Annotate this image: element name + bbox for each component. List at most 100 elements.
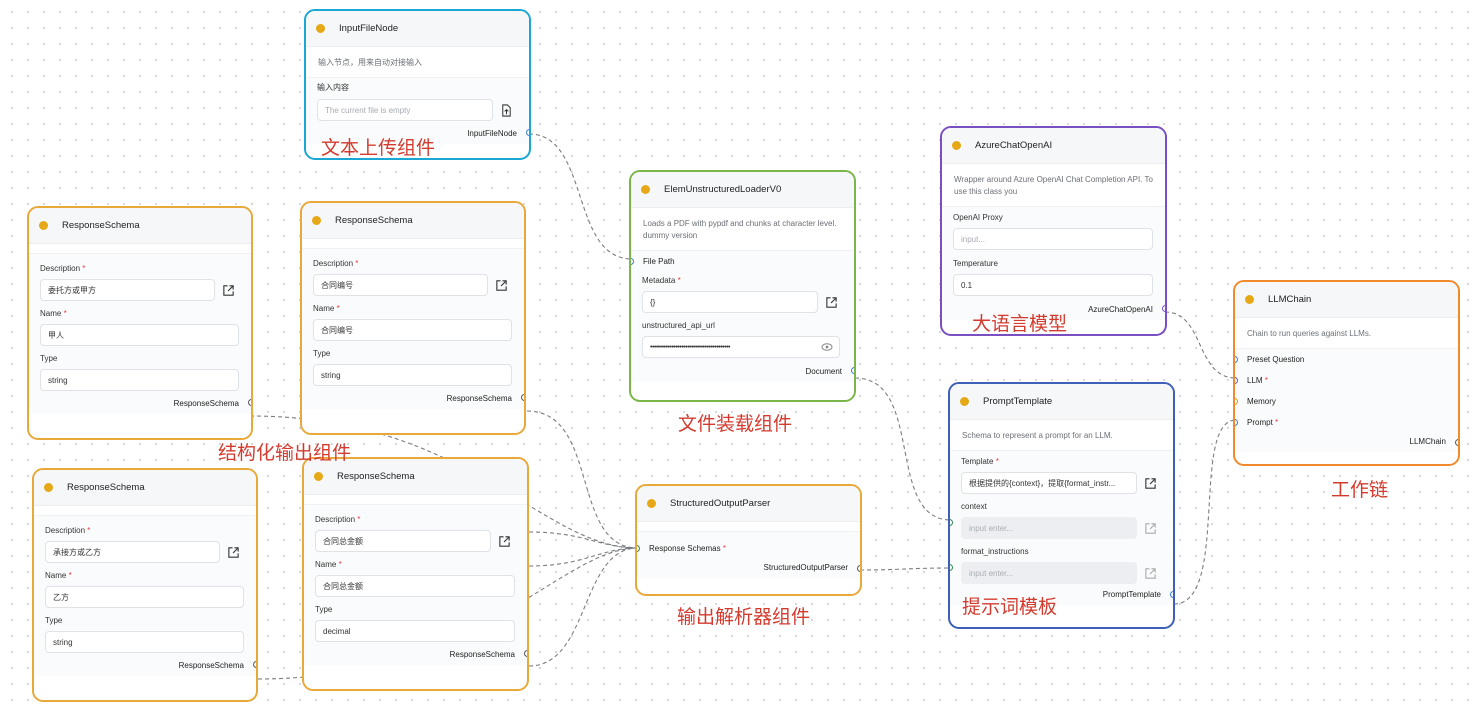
external-link-icon[interactable] bbox=[488, 279, 514, 292]
name-input[interactable]: 合同总金额 bbox=[315, 575, 515, 597]
format-instructions-input[interactable]: input enter... bbox=[961, 562, 1137, 584]
node-description: Wrapper around Azure OpenAI Chat Complet… bbox=[942, 164, 1165, 207]
annotation-loader: 文件装载组件 bbox=[678, 413, 793, 435]
input-handle[interactable] bbox=[1235, 356, 1238, 363]
edge-azure-to-chain-llm bbox=[1164, 311, 1237, 379]
output-port-row: ResponseSchema bbox=[34, 653, 256, 676]
external-link-icon[interactable] bbox=[1137, 522, 1163, 535]
edge-prompt-to-chain-prompt bbox=[1173, 419, 1237, 605]
output-handle[interactable] bbox=[526, 129, 529, 136]
status-dot bbox=[44, 483, 53, 492]
preset-question-port: Preset Question bbox=[1235, 349, 1458, 370]
output-handle[interactable] bbox=[524, 650, 527, 657]
external-link-icon[interactable] bbox=[1137, 477, 1163, 490]
file-path-port: File Path bbox=[631, 251, 854, 272]
prompt-label: Prompt bbox=[1247, 418, 1273, 427]
node-header[interactable]: ResponseSchema bbox=[34, 470, 256, 506]
external-link-icon[interactable] bbox=[1137, 567, 1163, 580]
output-handle[interactable] bbox=[521, 394, 524, 401]
name-input[interactable]: 甲人 bbox=[40, 324, 239, 346]
response-schema-node-d[interactable]: ResponseSchema Description * 合同总金额 Name … bbox=[302, 457, 529, 691]
external-link-icon[interactable] bbox=[215, 284, 241, 297]
description-input[interactable]: 合同编号 bbox=[313, 274, 488, 296]
status-dot bbox=[952, 141, 961, 150]
name-input[interactable]: 合同编号 bbox=[313, 319, 512, 341]
response-schemas-label: Response Schemas bbox=[649, 544, 721, 553]
input-handle[interactable] bbox=[1235, 419, 1238, 426]
input-handle[interactable] bbox=[637, 545, 640, 552]
output-port-row: StructuredOutputParser bbox=[637, 559, 860, 578]
external-link-icon[interactable] bbox=[491, 535, 517, 548]
external-link-icon[interactable] bbox=[220, 546, 246, 559]
description-input[interactable]: 合同总金额 bbox=[315, 530, 491, 552]
proxy-input[interactable]: input... bbox=[953, 228, 1153, 250]
metadata-input[interactable]: {} bbox=[642, 291, 818, 313]
type-input[interactable]: decimal bbox=[315, 620, 515, 642]
context-handle[interactable] bbox=[950, 518, 953, 526]
edge-parser-to-prompt-format bbox=[859, 567, 952, 571]
type-input[interactable]: string bbox=[45, 631, 244, 653]
file-input[interactable]: The current file is empty bbox=[317, 99, 493, 121]
azure-chat-openai-node[interactable]: AzureChatOpenAI Wrapper around Azure Ope… bbox=[940, 126, 1167, 336]
response-schema-node-c[interactable]: ResponseSchema Description * 承接方或乙方 Name… bbox=[32, 468, 258, 702]
node-header[interactable]: LLMChain bbox=[1235, 282, 1458, 318]
output-handle[interactable] bbox=[248, 399, 251, 406]
metadata-label: Metadata bbox=[642, 276, 676, 285]
node-header[interactable]: AzureChatOpenAI bbox=[942, 128, 1165, 164]
node-header[interactable]: ResponseSchema bbox=[302, 203, 524, 239]
node-header[interactable]: InputFileNode bbox=[306, 11, 529, 47]
node-description: Loads a PDF with pypdf and chunks at cha… bbox=[631, 208, 854, 251]
template-input[interactable]: 根据提供的{context}，提取{format_instr... bbox=[961, 472, 1137, 494]
type-label: Type bbox=[45, 616, 63, 625]
output-handle[interactable] bbox=[857, 565, 860, 572]
api-url-value: ••••••••••••••••••••••••••••••••••••••••… bbox=[650, 343, 730, 351]
edge-schema-b-to-parser bbox=[526, 410, 639, 549]
context-label: context bbox=[961, 502, 987, 511]
type-input[interactable]: string bbox=[40, 369, 239, 391]
annotation-schema: 结构化输出组件 bbox=[218, 442, 352, 464]
preset-question-label: Preset Question bbox=[1247, 355, 1305, 364]
unstructured-loader-node[interactable]: ElemUnstructuredLoaderV0 Loads a PDF wit… bbox=[629, 170, 856, 402]
node-header[interactable]: ResponseSchema bbox=[29, 208, 251, 244]
context-input[interactable]: input enter... bbox=[961, 517, 1137, 539]
temperature-input[interactable]: 0.1 bbox=[953, 274, 1153, 296]
node-header[interactable]: StructuredOutputParser bbox=[637, 486, 860, 522]
node-description: 输入节点，用来自动对接输入 bbox=[306, 47, 529, 78]
external-link-icon[interactable] bbox=[818, 296, 844, 309]
name-label: Name bbox=[45, 571, 67, 580]
node-header[interactable]: ElemUnstructuredLoaderV0 bbox=[631, 172, 854, 208]
output-port-row: ResponseSchema bbox=[302, 386, 524, 409]
output-handle[interactable] bbox=[1162, 304, 1165, 312]
node-header[interactable]: PromptTemplate bbox=[950, 384, 1173, 420]
llm-chain-node[interactable]: LLMChain Chain to run queries against LL… bbox=[1233, 280, 1460, 466]
input-handle[interactable] bbox=[1235, 398, 1238, 405]
response-schema-node-b[interactable]: ResponseSchema Description * 合同编号 Name *… bbox=[300, 201, 526, 435]
api-url-input[interactable]: ••••••••••••••••••••••••••••••••••••••••… bbox=[642, 336, 840, 358]
eye-icon[interactable] bbox=[821, 342, 833, 354]
node-title: ElemUnstructuredLoaderV0 bbox=[664, 184, 782, 195]
format-instructions-handle[interactable] bbox=[950, 563, 953, 571]
output-label: Document bbox=[805, 367, 842, 376]
output-handle[interactable] bbox=[1170, 591, 1173, 598]
file-upload-icon[interactable] bbox=[493, 103, 519, 117]
prompt-port: Prompt * bbox=[1235, 412, 1458, 433]
memory-port: Memory bbox=[1235, 391, 1458, 412]
input-handle[interactable] bbox=[1235, 377, 1238, 384]
input-handle[interactable] bbox=[631, 258, 634, 265]
node-description: Chain to run queries against LLMs. bbox=[1235, 318, 1458, 349]
output-label: InputFileNode bbox=[467, 129, 517, 138]
name-input[interactable]: 乙方 bbox=[45, 586, 244, 608]
response-schema-node-a[interactable]: ResponseSchema Description * 委托方或甲方 Name… bbox=[27, 206, 253, 440]
output-handle[interactable] bbox=[851, 366, 854, 374]
description-input[interactable]: 委托方或甲方 bbox=[40, 279, 215, 301]
type-input[interactable]: string bbox=[313, 364, 512, 386]
output-label: LLMChain bbox=[1409, 437, 1446, 446]
node-title: InputFileNode bbox=[339, 23, 399, 34]
output-label: ResponseSchema bbox=[446, 394, 512, 403]
output-port-row: ResponseSchema bbox=[304, 642, 527, 665]
structured-output-parser-node[interactable]: StructuredOutputParser Response Schemas … bbox=[635, 484, 862, 596]
output-handle[interactable] bbox=[253, 661, 256, 668]
description-input[interactable]: 承接方或乙方 bbox=[45, 541, 220, 563]
description-label: Description bbox=[45, 526, 86, 535]
output-handle[interactable] bbox=[1455, 439, 1458, 446]
